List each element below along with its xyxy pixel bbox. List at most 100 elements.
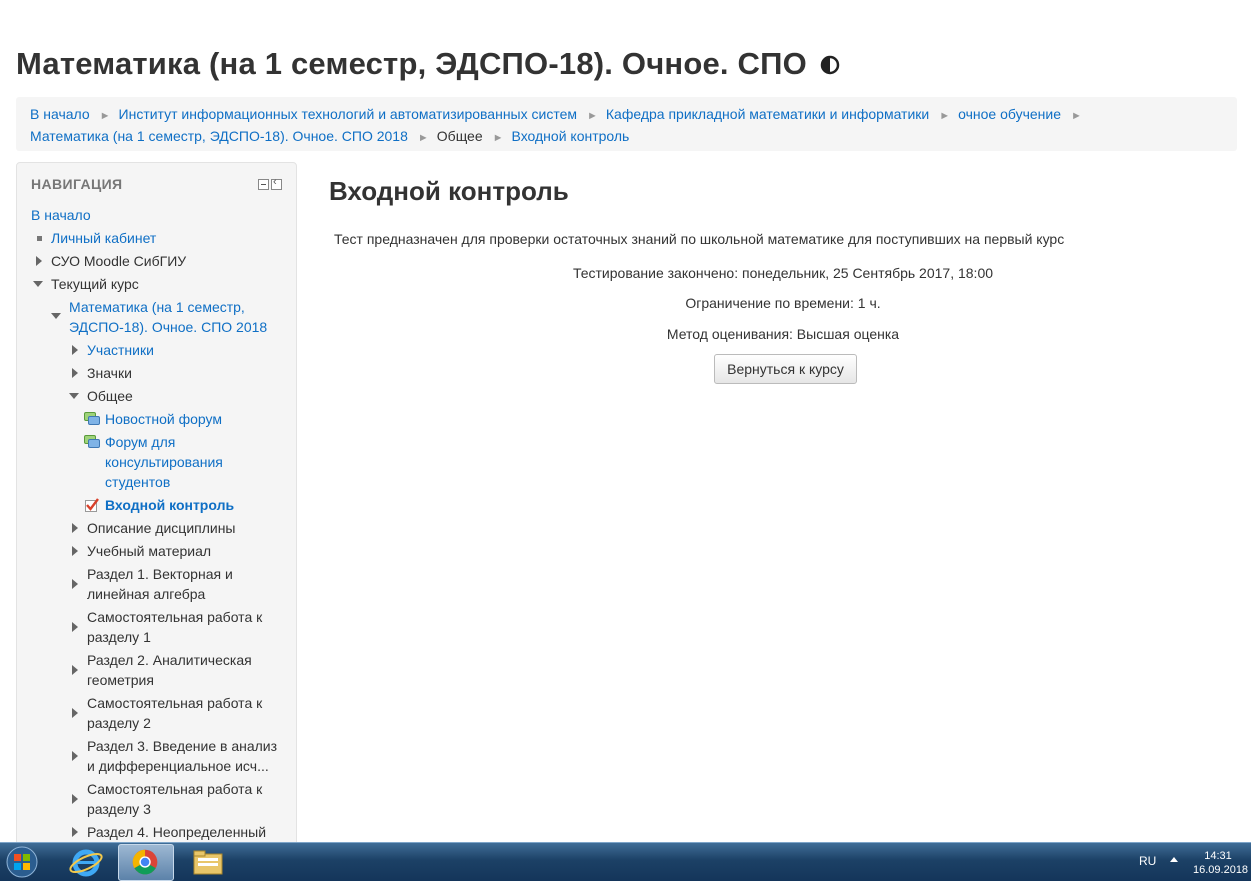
nav-item-entry-quiz-label[interactable]: Входной контроль: [84, 495, 234, 515]
back-to-course-button[interactable]: Вернуться к курсу: [714, 354, 857, 384]
forum-icon: [84, 435, 100, 448]
breadcrumb-separator-icon: ►: [99, 110, 111, 122]
nav-item-home[interactable]: В начало: [31, 205, 91, 225]
nav-item-course-label-line1[interactable]: Математика (на 1 семестр,: [51, 297, 267, 317]
show-hidden-icons-icon[interactable]: [1170, 857, 1178, 862]
breadcrumb-separator-icon: ►: [587, 110, 598, 122]
nav-item-general[interactable]: Общее: [69, 386, 133, 406]
clock-time: 14:31: [1204, 850, 1232, 862]
breadcrumb-quiz[interactable]: Входной контроль: [512, 128, 630, 144]
breadcrumb-section: Общее: [436, 128, 483, 144]
internet-explorer-icon[interactable]: [58, 844, 114, 881]
nav-item-section[interactable]: Раздел 1. Векторная и линейная алгебра: [71, 564, 233, 604]
nav-item-section-label[interactable]: Раздел 2. Аналитическая: [71, 650, 252, 670]
nav-item-home-label[interactable]: В начало: [31, 205, 91, 225]
nav-item-consult-forum[interactable]: Форум для консультирования студентов: [84, 432, 223, 492]
windows-start-icon[interactable]: [2, 844, 42, 881]
expand-icon[interactable]: [72, 794, 78, 804]
quiz-icon: [85, 498, 99, 512]
nav-item-news-forum-label[interactable]: Новостной форум: [84, 409, 222, 429]
nav-item-badges-label[interactable]: Значки: [71, 363, 132, 383]
nav-item-section-label[interactable]: Учебный материал: [71, 541, 211, 561]
collapse-block-icon[interactable]: [258, 179, 269, 190]
nav-item-section-label[interactable]: Самостоятельная работа к: [71, 607, 262, 627]
breadcrumb-institute[interactable]: Институт информационных технологий и авт…: [119, 106, 577, 122]
nav-item-section-label[interactable]: Раздел 3. Введение в анализ: [71, 736, 277, 756]
nav-item-news-forum[interactable]: Новостной форум: [84, 409, 222, 429]
quiz-grading-method: Метод оценивания: Высшая оценка: [666, 326, 900, 342]
nav-item-site-label[interactable]: СУО Moodle СибГИУ: [35, 251, 186, 271]
nav-item-section[interactable]: Самостоятельная работа к разделу 3: [71, 779, 262, 819]
expand-icon[interactable]: [72, 523, 78, 533]
collapse-icon[interactable]: [51, 313, 61, 319]
expand-icon[interactable]: [72, 665, 78, 675]
nav-item-section-label[interactable]: разделу 1: [71, 627, 262, 647]
expand-icon[interactable]: [72, 546, 78, 556]
nav-item-badges[interactable]: Значки: [71, 363, 132, 383]
breadcrumb-course[interactable]: Математика (на 1 семестр, ЭДСПО-18). Очн…: [30, 128, 408, 144]
nav-item-section-label[interactable]: геометрия: [71, 670, 252, 690]
page-title: Математика (на 1 семестр, ЭДСПО-18). Очн…: [16, 46, 840, 82]
nav-item-section[interactable]: Описание дисциплины: [71, 518, 236, 538]
nav-item-participants[interactable]: Участники: [71, 340, 154, 360]
dock-block-icon[interactable]: [271, 176, 282, 190]
nav-item-section-label[interactable]: и дифференциальное исч...: [71, 756, 277, 776]
chrome-icon: [132, 849, 158, 875]
quiz-closed-date: Тестирование закончено: понедельник, 25 …: [572, 265, 994, 281]
expand-icon[interactable]: [72, 579, 78, 589]
nav-item-section[interactable]: Учебный материал: [71, 541, 211, 561]
expand-icon[interactable]: [72, 345, 78, 355]
breadcrumb: В начало ► Институт информационных техноло…: [16, 97, 1237, 151]
block-controls: [258, 176, 282, 190]
nav-item-section-label[interactable]: Раздел 1. Векторная и: [71, 564, 233, 584]
nav-item-participants-label[interactable]: Участники: [71, 340, 154, 360]
nav-item-course[interactable]: Математика (на 1 семестр, ЭДСПО-18). Очн…: [51, 297, 267, 337]
file-explorer-icon[interactable]: [180, 844, 236, 881]
breadcrumb-department[interactable]: Кафедра прикладной математики и информат…: [606, 106, 929, 122]
nav-item-section-label[interactable]: разделу 2: [71, 713, 262, 733]
nav-item-section-label[interactable]: Самостоятельная работа к: [71, 779, 262, 799]
nav-item-consult-forum-line1[interactable]: Форум для: [84, 432, 223, 452]
nav-item-section-label[interactable]: Самостоятельная работа к: [71, 693, 262, 713]
breadcrumb-home[interactable]: В начало: [30, 106, 90, 122]
nav-item-consult-forum-line2[interactable]: консультирования: [84, 452, 223, 472]
collapse-icon[interactable]: [33, 281, 43, 287]
nav-item-entry-quiz[interactable]: Входной контроль: [84, 495, 234, 515]
nav-item-section[interactable]: Раздел 2. Аналитическая геометрия: [71, 650, 252, 690]
nav-item-section[interactable]: Раздел 4. Неопределенный: [71, 822, 266, 842]
bullet-icon: [37, 236, 42, 241]
breadcrumb-separator-icon: ►: [417, 132, 429, 144]
expand-icon[interactable]: [72, 708, 78, 718]
quiz-heading: Входной контроль: [329, 176, 569, 206]
breadcrumb-study-form[interactable]: очное обучение: [958, 106, 1061, 122]
nav-item-section-label[interactable]: Описание дисциплины: [71, 518, 236, 538]
nav-item-section-label[interactable]: линейная алгебра: [71, 584, 233, 604]
nav-item-section[interactable]: Самостоятельная работа к разделу 1: [71, 607, 262, 647]
nav-item-current-course-label[interactable]: Текущий курс: [33, 274, 139, 294]
clock[interactable]: 14:31 16.09.2018: [1193, 849, 1248, 877]
expand-icon[interactable]: [72, 751, 78, 761]
taskbar: RU 14:31 16.09.2018: [0, 842, 1251, 881]
language-indicator[interactable]: RU: [1139, 854, 1156, 868]
nav-item-section[interactable]: Раздел 3. Введение в анализ и дифференциа…: [71, 736, 277, 776]
expand-icon[interactable]: [72, 368, 78, 378]
nav-item-section-label[interactable]: Раздел 4. Неопределенный: [71, 822, 266, 842]
chrome-taskbar-button[interactable]: [118, 844, 174, 881]
half-circle-icon: [820, 55, 840, 75]
nav-item-section-label[interactable]: разделу 3: [71, 799, 262, 819]
nav-item-consult-forum-line3[interactable]: студентов: [84, 472, 223, 492]
expand-icon[interactable]: [72, 827, 78, 837]
quiz-intro: Тест предназначен для проверки остаточны…: [334, 231, 1065, 247]
navigation-block-title: НАВИГАЦИЯ: [31, 176, 123, 192]
nav-item-course-label-line2[interactable]: ЭДСПО-18). Очное. СПО 2018: [51, 317, 267, 337]
expand-icon[interactable]: [36, 256, 42, 266]
breadcrumb-separator-icon: ►: [939, 110, 951, 122]
nav-item-dashboard[interactable]: Личный кабинет: [37, 228, 156, 248]
nav-item-section[interactable]: Самостоятельная работа к разделу 2: [71, 693, 262, 733]
nav-item-current-course[interactable]: Текущий курс: [33, 274, 139, 294]
collapse-icon[interactable]: [69, 393, 79, 399]
quiz-time-limit: Ограничение по времени: 1 ч.: [685, 295, 881, 311]
nav-item-site[interactable]: СУО Moodle СибГИУ: [35, 251, 186, 271]
nav-item-dashboard-label[interactable]: Личный кабинет: [37, 228, 156, 248]
expand-icon[interactable]: [72, 622, 78, 632]
